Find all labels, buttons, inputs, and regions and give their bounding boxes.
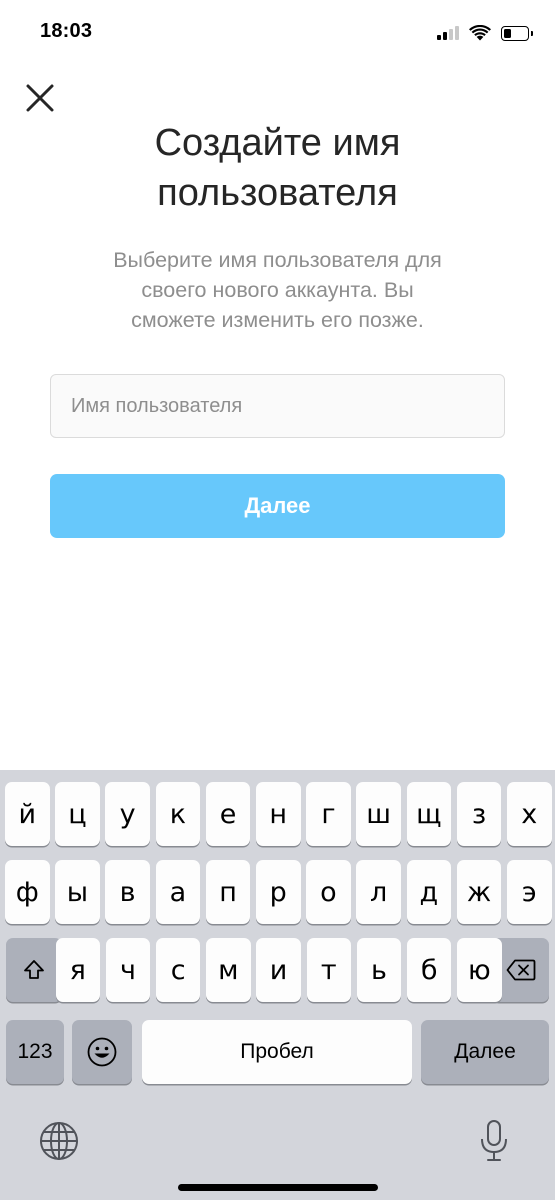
key-row1-5[interactable]: н	[256, 782, 301, 846]
key-row3-3[interactable]: м	[206, 938, 251, 1002]
key-row3-2[interactable]: с	[155, 938, 201, 1002]
key-row1-0[interactable]: й	[5, 782, 50, 846]
key-row2-6[interactable]: о	[306, 860, 351, 924]
wifi-icon	[469, 25, 491, 41]
key-row1-1[interactable]: ц	[55, 782, 100, 846]
backspace-icon	[506, 959, 535, 981]
key-row1-6[interactable]: г	[306, 782, 351, 846]
emoji-key[interactable]	[72, 1020, 132, 1084]
return-key[interactable]: Далее	[421, 1020, 549, 1084]
return-key-label: Далее	[454, 1040, 516, 1063]
key-row1-8[interactable]: щ	[406, 782, 452, 846]
space-key[interactable]: Пробел	[142, 1020, 412, 1084]
status-bar: 18:03	[0, 0, 555, 66]
username-input[interactable]	[50, 374, 505, 438]
cellular-signal-icon	[437, 26, 459, 40]
key-row2-7[interactable]: л	[356, 860, 401, 924]
title-line-1: Создайте имя	[154, 122, 401, 164]
key-row2-10[interactable]: э	[507, 860, 552, 924]
key-row2-8[interactable]: д	[406, 860, 452, 924]
key-row2-2[interactable]: в	[105, 860, 150, 924]
key-row3-0[interactable]: я	[55, 938, 100, 1002]
key-row1-10[interactable]: х	[507, 782, 552, 846]
page-subtitle: Выберите имя пользователя для своего нов…	[60, 245, 495, 335]
subtitle-line-3: сможете изменить его позже.	[131, 308, 424, 332]
key-row2-5[interactable]: р	[256, 860, 301, 924]
key-row3-4[interactable]: и	[256, 938, 301, 1002]
key-row1-2[interactable]: у	[105, 782, 150, 846]
key-row2-3[interactable]: а	[155, 860, 201, 924]
numbers-key-label: 123	[17, 1040, 53, 1063]
key-row2-4[interactable]: п	[205, 860, 251, 924]
close-button[interactable]	[22, 80, 58, 116]
globe-icon	[40, 1122, 78, 1160]
status-indicators	[437, 22, 533, 44]
key-row1-9[interactable]: з	[456, 782, 502, 846]
key-row1-7[interactable]: ш	[356, 782, 401, 846]
globe-button[interactable]	[36, 1118, 82, 1164]
close-icon	[26, 84, 54, 112]
emoji-icon	[87, 1037, 117, 1067]
page-title: Создайте имя пользователя	[0, 118, 555, 218]
microphone-button[interactable]	[474, 1116, 514, 1166]
key-row3-1[interactable]: ч	[105, 938, 151, 1002]
key-row3-7[interactable]: б	[406, 938, 452, 1002]
battery-icon	[501, 25, 533, 41]
subtitle-line-2: своего нового аккаунта. Вы	[141, 278, 414, 302]
key-row3-8[interactable]: ю	[457, 938, 502, 1002]
key-row2-9[interactable]: ж	[456, 860, 502, 924]
space-key-label: Пробел	[240, 1040, 314, 1063]
key-row1-4[interactable]: е	[205, 782, 251, 846]
key-row2-1[interactable]: ы	[55, 860, 100, 924]
next-button[interactable]: Далее	[50, 474, 505, 538]
subtitle-line-1: Выберите имя пользователя для	[113, 248, 442, 272]
microphone-icon	[481, 1120, 507, 1161]
shift-key[interactable]	[6, 938, 62, 1002]
key-row3-6[interactable]: ь	[356, 938, 402, 1002]
shift-icon	[24, 960, 44, 979]
keyboard: 123 Пробел Далее йцукенгшщзх фывапролджэ я…	[0, 770, 555, 1200]
key-row3-5[interactable]: т	[306, 938, 351, 1002]
numbers-key[interactable]: 123	[6, 1020, 64, 1084]
status-time: 18:03	[40, 20, 93, 42]
home-indicator	[178, 1184, 378, 1191]
key-row2-0[interactable]: ф	[5, 860, 50, 924]
key-row1-3[interactable]: к	[155, 782, 201, 846]
title-line-2: пользователя	[157, 172, 398, 214]
